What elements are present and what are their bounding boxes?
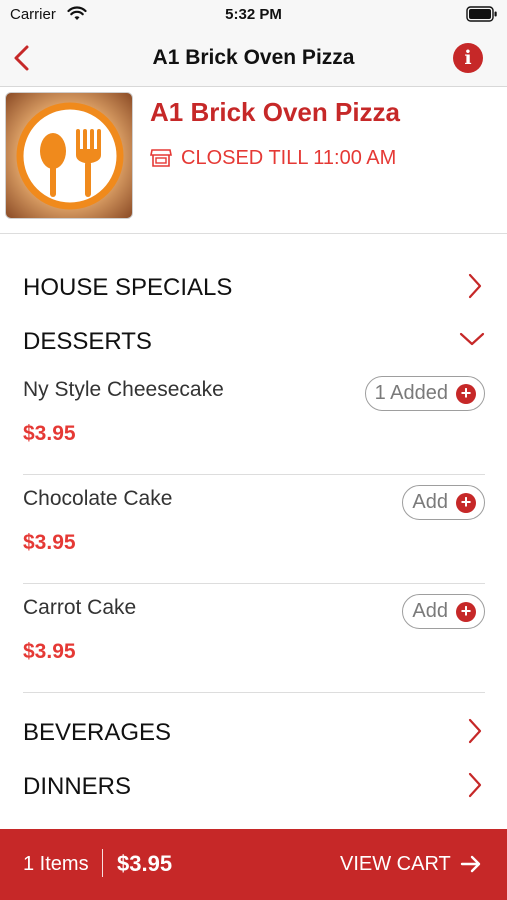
item-price: $3.95 [23, 422, 76, 445]
status-bar: Carrier 5:32 PM [0, 0, 507, 30]
cart-total: $3.95 [117, 851, 173, 876]
info-icon[interactable]: i [453, 43, 483, 73]
chevron-right-icon [468, 718, 482, 744]
page-title: A1 Brick Oven Pizza [152, 46, 355, 69]
add-button[interactable]: Add + [402, 594, 485, 629]
plus-icon: + [456, 601, 476, 622]
arrow-right-icon [460, 855, 481, 873]
category-label: DESSERTS [23, 328, 152, 355]
add-button-label: 1 Added [374, 382, 448, 404]
restaurant-name: A1 Brick Oven Pizza [150, 97, 400, 127]
category-label: BEVERAGES [23, 719, 172, 746]
category-beverages[interactable]: BEVERAGES [23, 711, 485, 751]
item-price: $3.95 [23, 640, 76, 663]
add-button-label: Add [412, 600, 448, 622]
list-item[interactable]: Ny Style Cheesecake $3.95 1 Added + [23, 372, 485, 480]
view-cart-button[interactable]: VIEW CART [340, 853, 451, 876]
item-price: $3.95 [23, 531, 76, 554]
list-item[interactable]: Carrot Cake $3.95 Add + [23, 590, 485, 698]
closed-status: CLOSED TILL 11:00 AM [181, 147, 397, 169]
cutlery-icon [16, 102, 124, 210]
status-time: 5:32 PM [225, 6, 282, 23]
battery-icon [466, 6, 497, 22]
plus-icon: + [456, 383, 476, 404]
category-desserts[interactable]: DESSERTS [23, 320, 485, 360]
store-icon [150, 149, 172, 167]
chevron-right-icon [468, 772, 482, 798]
category-label: HOUSE SPECIALS [23, 274, 233, 301]
chevron-down-icon [459, 332, 485, 346]
navigation-bar: A1 Brick Oven Pizza i [0, 30, 507, 87]
divider [23, 474, 485, 475]
added-button[interactable]: 1 Added + [364, 376, 485, 411]
divider [23, 583, 485, 584]
item-name: Ny Style Cheesecake [23, 378, 224, 401]
restaurant-header: A1 Brick Oven Pizza CLOSED TILL 11:00 AM [0, 88, 507, 234]
category-dinners[interactable]: DINNERS [23, 765, 485, 805]
add-button-label: Add [412, 491, 448, 513]
list-item[interactable]: Chocolate Cake $3.95 Add + [23, 481, 485, 589]
category-label: DINNERS [23, 773, 132, 800]
divider [23, 692, 485, 693]
item-name: Chocolate Cake [23, 487, 173, 510]
add-button[interactable]: Add + [402, 485, 485, 520]
view-cart-bar[interactable]: 1 Items $3.95 VIEW CART [0, 829, 507, 900]
plus-icon: + [456, 492, 476, 513]
cart-item-count: 1 Items [23, 853, 89, 875]
chevron-right-icon [468, 273, 482, 299]
restaurant-logo [5, 92, 133, 219]
item-name: Carrot Cake [23, 596, 137, 619]
cart-separator [102, 849, 103, 877]
category-house-specials[interactable]: HOUSE SPECIALS [23, 266, 485, 306]
